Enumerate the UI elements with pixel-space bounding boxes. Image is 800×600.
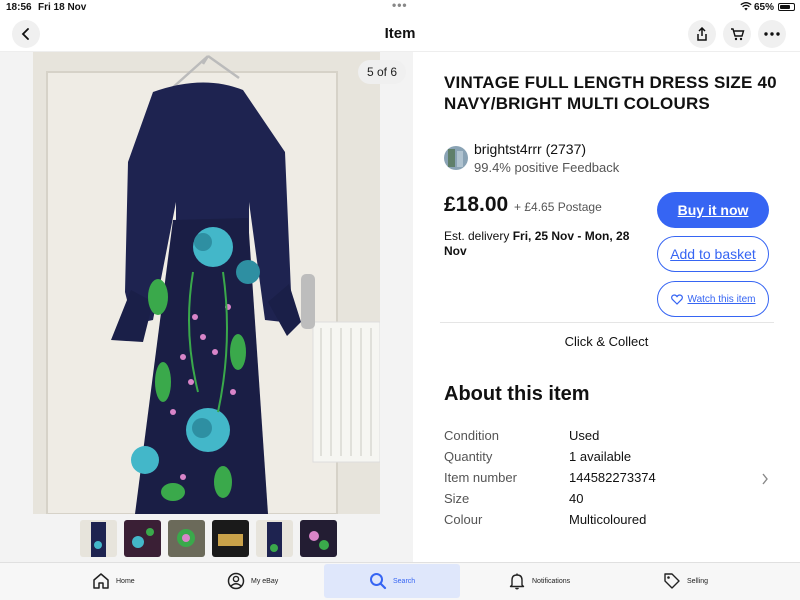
- spec-value: 144582273374: [569, 470, 656, 485]
- battery-percent: 65%: [754, 2, 775, 13]
- watch-label: Watch this item: [687, 293, 756, 305]
- tab-label: Selling: [687, 577, 709, 585]
- delivery-prefix: Est. delivery: [444, 229, 510, 243]
- spec-row: Condition Used: [444, 428, 784, 449]
- thumbnail-6[interactable]: [300, 520, 337, 557]
- share-icon: [697, 27, 707, 41]
- spec-label: Colour: [444, 512, 483, 527]
- nav-bar: Item: [0, 16, 800, 52]
- item-specifics[interactable]: Condition Used Quantity 1 available Item…: [444, 428, 784, 533]
- spec-value: 1 available: [569, 449, 632, 464]
- page-title: Item: [384, 25, 416, 42]
- thumbnail-3[interactable]: [168, 520, 205, 557]
- item-price: £18.00: [444, 193, 509, 216]
- bell-icon: [509, 573, 525, 590]
- thumbnail-1[interactable]: [80, 520, 117, 557]
- postage-cost: + £4.65 Postage: [514, 200, 602, 214]
- thumbnail-2[interactable]: [124, 520, 161, 557]
- item-title: VINTAGE FULL LENGTH DRESS SIZE 40 NAVY/B…: [444, 73, 777, 113]
- spec-row: Size 40: [444, 491, 784, 512]
- seller-avatar[interactable]: [444, 146, 468, 170]
- seller-name[interactable]: brightst4rrr (2737): [474, 141, 586, 157]
- search-icon: [370, 573, 387, 590]
- about-heading: About this item: [444, 383, 590, 405]
- spec-label: Size: [444, 491, 470, 506]
- tab-label: Search: [393, 577, 416, 585]
- tab-bar: Home My eBay Search Notifications Sellin…: [0, 562, 800, 600]
- thumbnail-5[interactable]: [256, 520, 293, 557]
- home-icon: [93, 573, 109, 589]
- tab-search[interactable]: Search: [324, 564, 460, 598]
- item-main-image[interactable]: [33, 52, 380, 514]
- battery-icon: [778, 3, 795, 11]
- tab-my-ebay[interactable]: My eBay: [227, 564, 278, 598]
- tab-label: My eBay: [251, 577, 279, 585]
- tab-label: Home: [116, 577, 135, 585]
- cart-icon: [730, 28, 744, 41]
- watch-item-button[interactable]: Watch this item: [657, 281, 769, 317]
- seller-feedback: 99.4% positive Feedback: [474, 160, 620, 175]
- tab-selling[interactable]: Selling: [663, 564, 708, 598]
- spec-label: Item number: [444, 470, 517, 485]
- image-counter: 5 of 6: [358, 60, 407, 84]
- status-date: Fri 18 Nov: [38, 2, 87, 13]
- status-bar: 18:56 Fri 18 Nov ••• 65%: [0, 0, 800, 16]
- tab-notifications[interactable]: Notifications: [508, 564, 570, 598]
- add-to-basket-button[interactable]: Add to basket: [657, 236, 769, 272]
- user-icon: [227, 572, 245, 590]
- tab-label: Notifications: [532, 577, 571, 585]
- more-button[interactable]: [758, 20, 786, 48]
- multitask-dots-icon[interactable]: •••: [392, 0, 408, 12]
- tab-home[interactable]: Home: [92, 564, 135, 598]
- image-gallery: 5 of 6: [0, 52, 413, 562]
- divider: [440, 322, 774, 323]
- spec-label: Quantity: [444, 449, 493, 464]
- cart-button[interactable]: [723, 20, 751, 48]
- item-details: VINTAGE FULL LENGTH DRESS SIZE 40 NAVY/B…: [413, 52, 800, 562]
- spec-value: Used: [569, 428, 600, 443]
- spec-value: Multicoloured: [569, 512, 647, 527]
- click-collect-label[interactable]: Click & Collect: [413, 334, 800, 349]
- chevron-right-icon[interactable]: [761, 473, 769, 488]
- status-time: 18:56: [6, 2, 32, 13]
- heart-icon: [670, 293, 683, 305]
- share-button[interactable]: [688, 20, 716, 48]
- spec-value: 40: [569, 491, 584, 506]
- buy-it-now-button[interactable]: Buy it now: [657, 192, 769, 228]
- more-icon: [764, 32, 780, 36]
- spec-row: Quantity 1 available: [444, 449, 784, 470]
- spec-row: Item number 144582273374: [444, 470, 784, 491]
- estimated-delivery: Est. delivery Fri, 25 Nov - Mon, 28 Nov: [444, 229, 644, 259]
- spec-row: Colour Multicoloured: [444, 512, 784, 533]
- spec-label: Condition: [444, 428, 499, 443]
- thumbnail-4[interactable]: [212, 520, 249, 557]
- wifi-icon: [740, 2, 752, 11]
- thumbnail-strip: [80, 520, 337, 558]
- tag-icon: [664, 573, 680, 589]
